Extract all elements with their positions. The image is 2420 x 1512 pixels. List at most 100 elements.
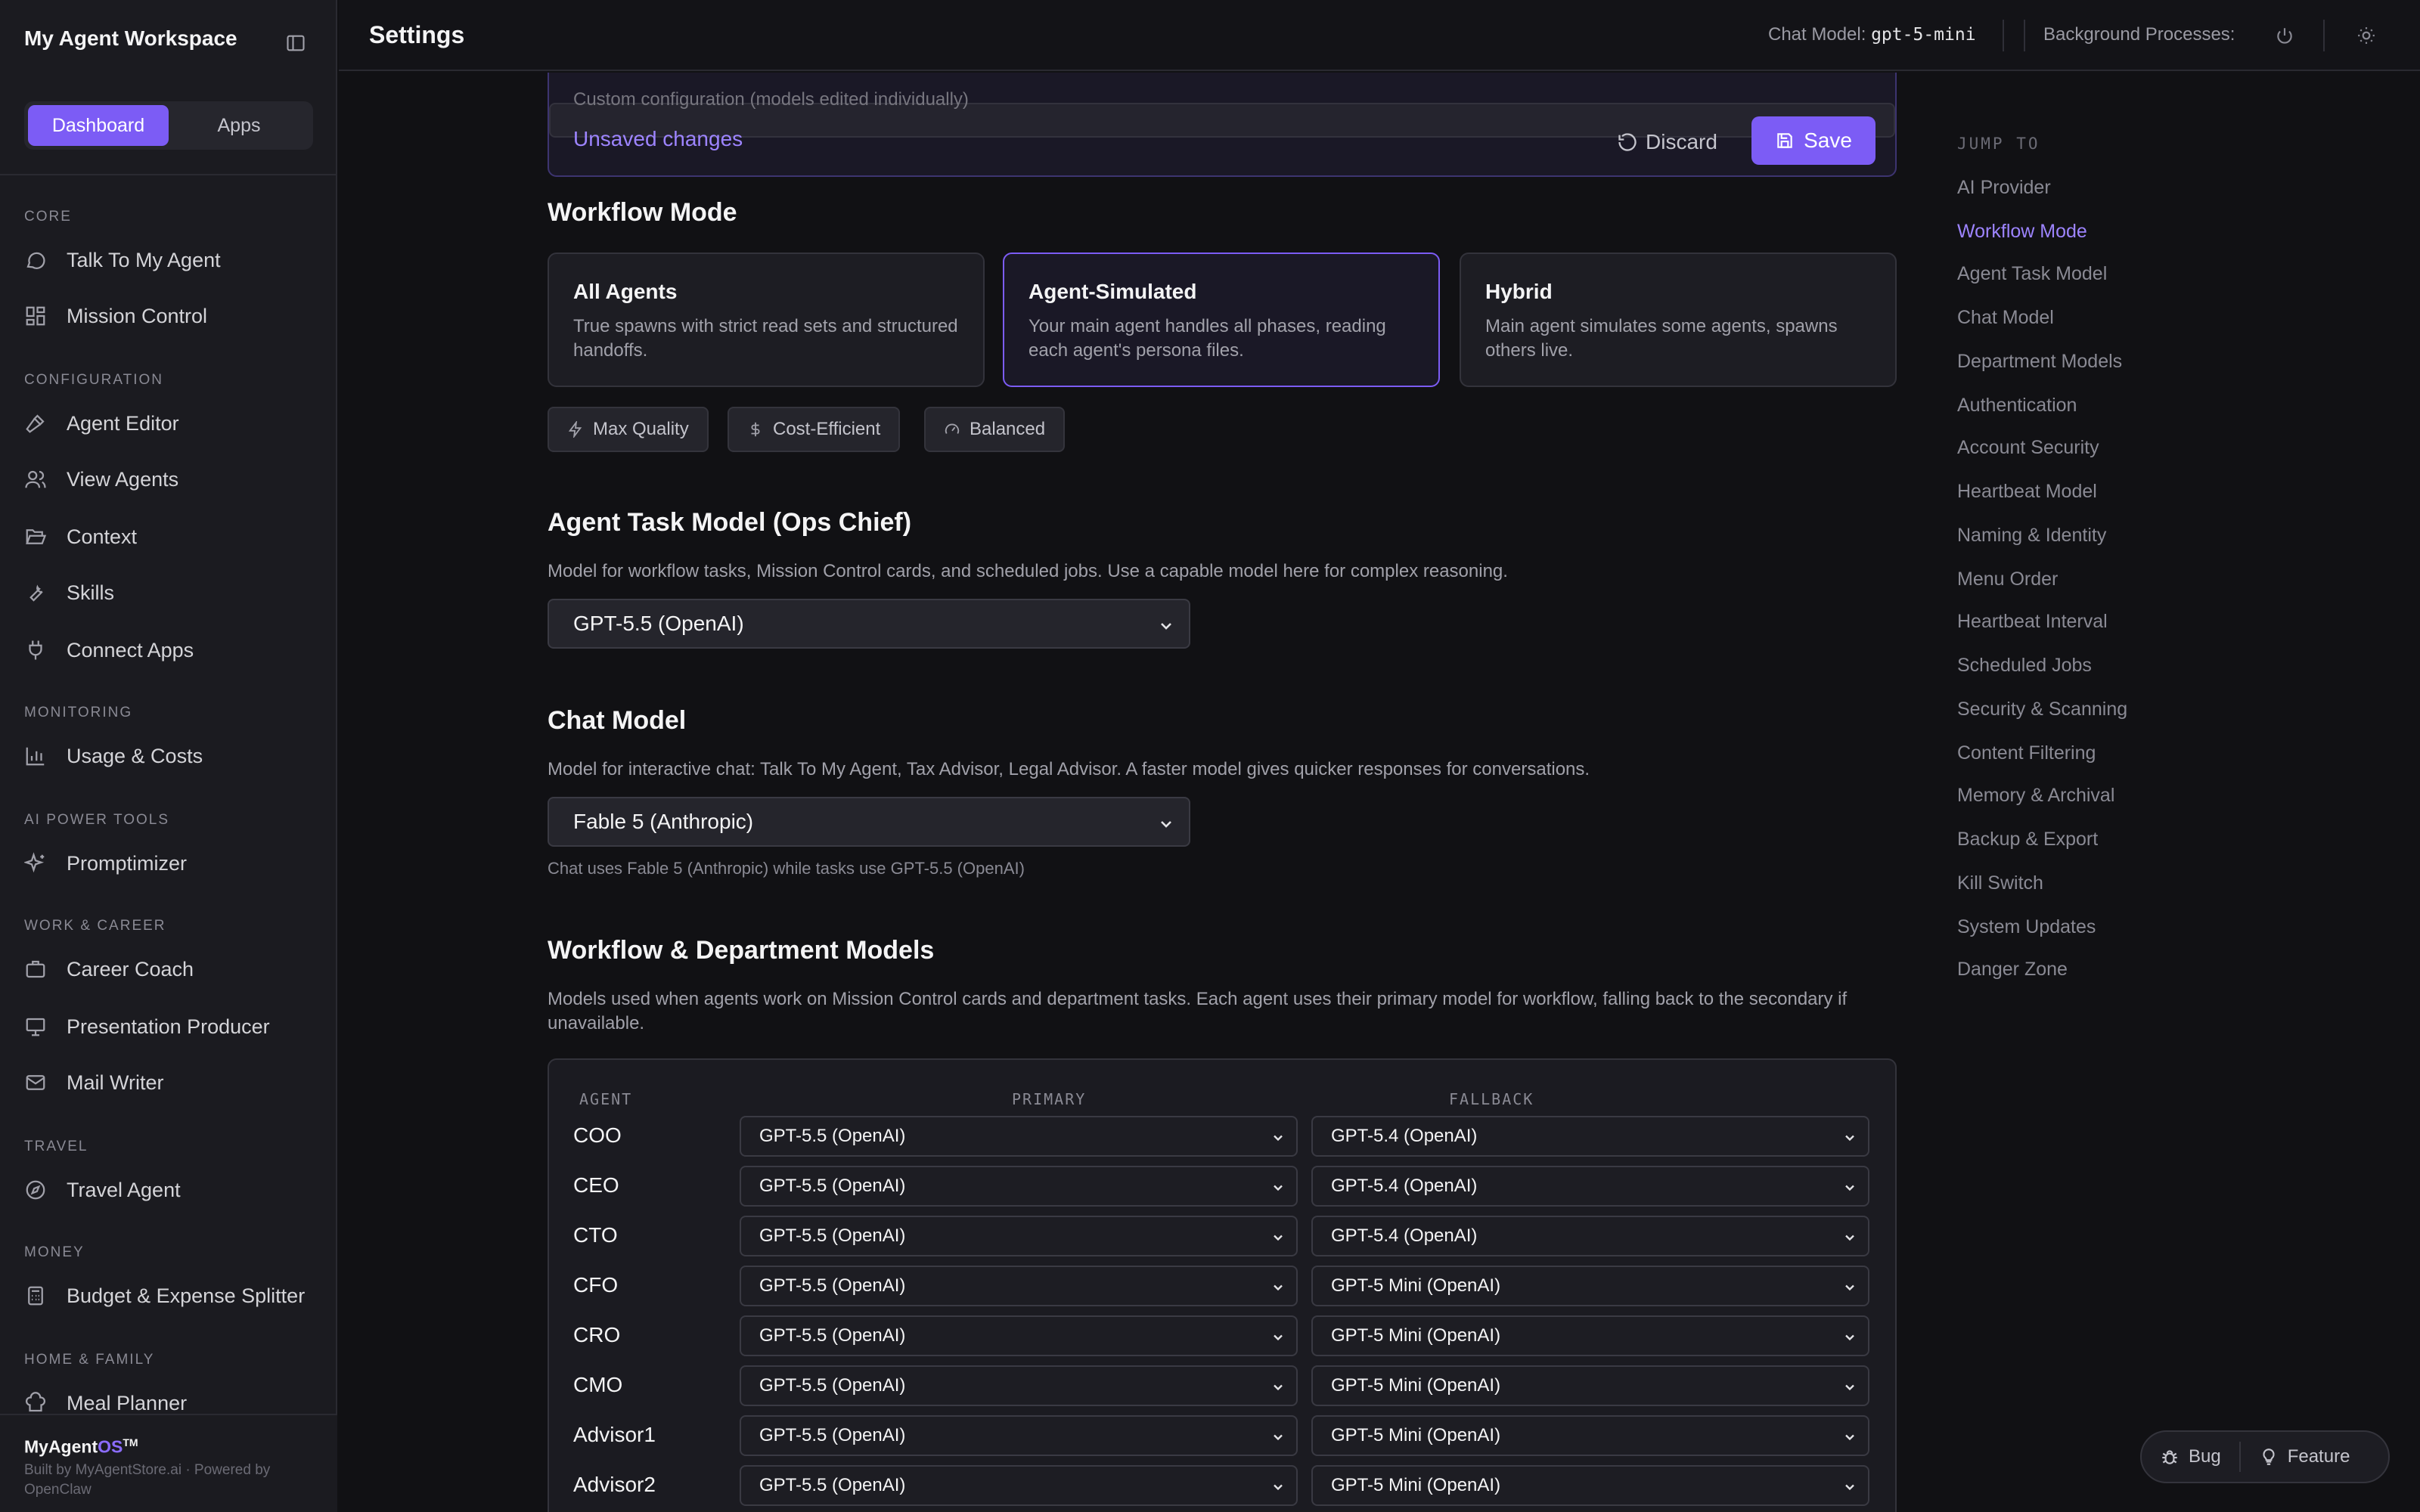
jump-link-agent-task-model[interactable]: Agent Task Model xyxy=(1957,263,2107,285)
jump-link-kill-switch[interactable]: Kill Switch xyxy=(1957,872,2043,894)
sidebar-item-connect-apps[interactable]: Connect Apps xyxy=(24,631,319,670)
tab-dashboard[interactable]: Dashboard xyxy=(28,105,169,146)
fallback-model-select[interactable]: GPT-5.4 (OpenAI) xyxy=(1311,1216,1869,1256)
fallback-model-select[interactable]: GPT-5.4 (OpenAI) xyxy=(1311,1116,1869,1157)
calculator-icon xyxy=(28,1286,43,1306)
sidebar-item-mission-control[interactable]: Mission Control xyxy=(24,296,319,336)
discard-button[interactable]: Discard xyxy=(1617,125,1717,159)
primary-model-select[interactable]: GPT-5.5 (OpenAI) xyxy=(740,1166,1298,1207)
primary-model-select[interactable]: GPT-5.5 (OpenAI) xyxy=(740,1365,1298,1406)
jump-link-authentication[interactable]: Authentication xyxy=(1957,395,2077,417)
agent-name: CTO xyxy=(573,1223,618,1247)
chat-model-desc: Model for interactive chat: Talk To My A… xyxy=(548,759,1590,779)
jump-link-danger-zone[interactable]: Danger Zone xyxy=(1957,959,2068,981)
sidebar-item-presentation-producer[interactable]: Presentation Producer xyxy=(24,1007,319,1046)
primary-model-select[interactable]: GPT-5.5 (OpenAI) xyxy=(740,1216,1298,1256)
chat-model-indicator: Chat Model: gpt-5-mini xyxy=(1768,24,1976,45)
section-monitoring: MONITORING xyxy=(24,705,133,720)
jump-link-menu-order[interactable]: Menu Order xyxy=(1957,569,2058,590)
tab-apps[interactable]: Apps xyxy=(169,105,309,146)
primary-model-select[interactable]: GPT-5.5 (OpenAI) xyxy=(740,1315,1298,1356)
sidebar-item-agent-editor[interactable]: Agent Editor xyxy=(24,404,319,443)
chevron-down-icon xyxy=(1845,1434,1854,1441)
agent-task-model-select[interactable]: GPT-5.5 (OpenAI) xyxy=(548,599,1190,649)
wrench-icon xyxy=(29,584,43,602)
sidebar-item-label: Promptimizer xyxy=(67,851,188,875)
chevron-down-icon xyxy=(1274,1135,1283,1142)
jump-link-scheduled-jobs[interactable]: Scheduled Jobs xyxy=(1957,655,2092,677)
jump-link-system-updates[interactable]: System Updates xyxy=(1957,916,2096,938)
custom-config-text: Custom configuration (models edited indi… xyxy=(573,89,969,110)
chat-model-select[interactable]: Fable 5 (Anthropic) xyxy=(548,797,1190,847)
sidebar-item-usage-costs[interactable]: Usage & Costs xyxy=(24,736,319,776)
report-bug-button[interactable]: Bug xyxy=(2142,1430,2239,1483)
dollar-icon xyxy=(751,422,760,437)
sidebar-item-label: Travel Agent xyxy=(67,1178,181,1201)
chevron-down-icon xyxy=(1845,1135,1854,1142)
sidebar-footer: MyAgentOSTM Built by MyAgentStore.ai · P… xyxy=(0,1414,337,1512)
primary-model-select[interactable]: GPT-5.5 (OpenAI) xyxy=(740,1266,1298,1306)
sidebar-item-talk-to-my-agent[interactable]: Talk To My Agent xyxy=(24,240,319,280)
primary-model-select[interactable]: GPT-5.5 (OpenAI) xyxy=(740,1465,1298,1506)
mode-card-hybrid[interactable]: Hybrid Main agent simulates some agents,… xyxy=(1460,253,1897,387)
jump-link-ai-provider[interactable]: AI Provider xyxy=(1957,177,2051,199)
chevron-down-icon xyxy=(1845,1235,1854,1241)
preset-balanced-button[interactable]: Balanced xyxy=(924,407,1066,452)
jump-link-backup-export[interactable]: Backup & Export xyxy=(1957,829,2098,850)
jump-link-account-security[interactable]: Account Security xyxy=(1957,437,2099,459)
jump-link-department-models[interactable]: Department Models xyxy=(1957,351,2122,373)
request-feature-button[interactable]: Feature xyxy=(2241,1430,2369,1483)
mode-card-desc: Your main agent handles all phases, read… xyxy=(1028,316,1386,361)
jump-link-content-filtering[interactable]: Content Filtering xyxy=(1957,742,2096,764)
preset-cost-efficient-button[interactable]: Cost-Efficient xyxy=(728,407,901,452)
section-home-family: HOME & FAMILY xyxy=(24,1352,155,1368)
topbar-divider xyxy=(2323,20,2325,51)
sidebar-item-label: Connect Apps xyxy=(67,638,194,662)
jump-link-memory-archival[interactable]: Memory & Archival xyxy=(1957,785,2114,807)
sidebar-item-view-agents[interactable]: View Agents xyxy=(24,460,319,499)
sidebar-item-mail-writer[interactable]: Mail Writer xyxy=(24,1063,319,1102)
jump-link-security-scanning[interactable]: Security & Scanning xyxy=(1957,699,2127,720)
primary-model-select[interactable]: GPT-5.5 (OpenAI) xyxy=(740,1415,1298,1456)
table-row: CMO GPT-5.5 (OpenAI) GPT-5 Mini (OpenAI) xyxy=(549,1362,1895,1412)
sidebar: My Agent Workspace Dashboard Apps CORE T… xyxy=(0,0,337,1512)
mode-card-all-agents[interactable]: All Agents True spawns with strict read … xyxy=(548,253,985,387)
sidebar-divider xyxy=(0,174,337,175)
preset-max-quality-button[interactable]: Max Quality xyxy=(548,407,709,452)
workflow-mode-heading: Workflow Mode xyxy=(548,198,737,227)
sidebar-item-label: Career Coach xyxy=(67,957,194,981)
mode-card-title: Agent-Simulated xyxy=(1028,280,1197,303)
theme-sun-icon[interactable] xyxy=(2353,23,2379,48)
primary-model-select[interactable]: GPT-5.5 (OpenAI) xyxy=(740,1116,1298,1157)
chevron-down-icon xyxy=(1845,1484,1854,1491)
sidebar-item-label: Skills xyxy=(67,581,115,604)
mode-card-agent-simulated[interactable]: Agent-Simulated Your main agent handles … xyxy=(1003,253,1440,387)
sidebar-item-label: Presentation Producer xyxy=(67,1015,270,1038)
save-button[interactable]: Save xyxy=(1751,116,1876,165)
jump-link-heartbeat-model[interactable]: Heartbeat Model xyxy=(1957,481,2097,503)
fallback-model-select[interactable]: GPT-5 Mini (OpenAI) xyxy=(1311,1266,1869,1306)
sidebar-item-label: Mail Writer xyxy=(67,1070,164,1094)
unsaved-changes-bar: Custom configuration (models edited indi… xyxy=(548,73,1897,177)
jump-link-heartbeat-interval[interactable]: Heartbeat Interval xyxy=(1957,611,2108,633)
sidebar-item-promptimizer[interactable]: Promptimizer xyxy=(24,844,319,883)
sidebar-item-skills[interactable]: Skills xyxy=(24,573,319,612)
fallback-model-select[interactable]: GPT-5 Mini (OpenAI) xyxy=(1311,1365,1869,1406)
feedback-pill: Bug Feature xyxy=(2140,1430,2390,1483)
sidebar-item-context[interactable]: Context xyxy=(24,517,319,556)
fallback-model-select[interactable]: GPT-5.4 (OpenAI) xyxy=(1311,1166,1869,1207)
sidebar-item-career-coach[interactable]: Career Coach xyxy=(24,950,319,989)
sidebar-item-label: Agent Editor xyxy=(67,411,179,435)
fallback-model-select[interactable]: GPT-5 Mini (OpenAI) xyxy=(1311,1415,1869,1456)
jump-link-naming-identity[interactable]: Naming & Identity xyxy=(1957,525,2106,547)
jump-link-workflow-mode[interactable]: Workflow Mode xyxy=(1957,221,2087,243)
sidebar-item-budget-expense-splitter[interactable]: Budget & Expense Splitter xyxy=(24,1276,319,1315)
sidebar-collapse-icon[interactable] xyxy=(283,30,309,56)
fallback-model-select[interactable]: GPT-5 Mini (OpenAI) xyxy=(1311,1315,1869,1356)
jump-link-chat-model[interactable]: Chat Model xyxy=(1957,307,2054,329)
fallback-model-select[interactable]: GPT-5 Mini (OpenAI) xyxy=(1311,1465,1869,1506)
table-row: CEO GPT-5.5 (OpenAI) GPT-5.4 (OpenAI) xyxy=(549,1163,1895,1213)
power-icon[interactable] xyxy=(2272,23,2297,48)
sidebar-item-travel-agent[interactable]: Travel Agent xyxy=(24,1170,319,1210)
table-row: COO GPT-5.5 (OpenAI) GPT-5.4 (OpenAI) xyxy=(549,1113,1895,1163)
